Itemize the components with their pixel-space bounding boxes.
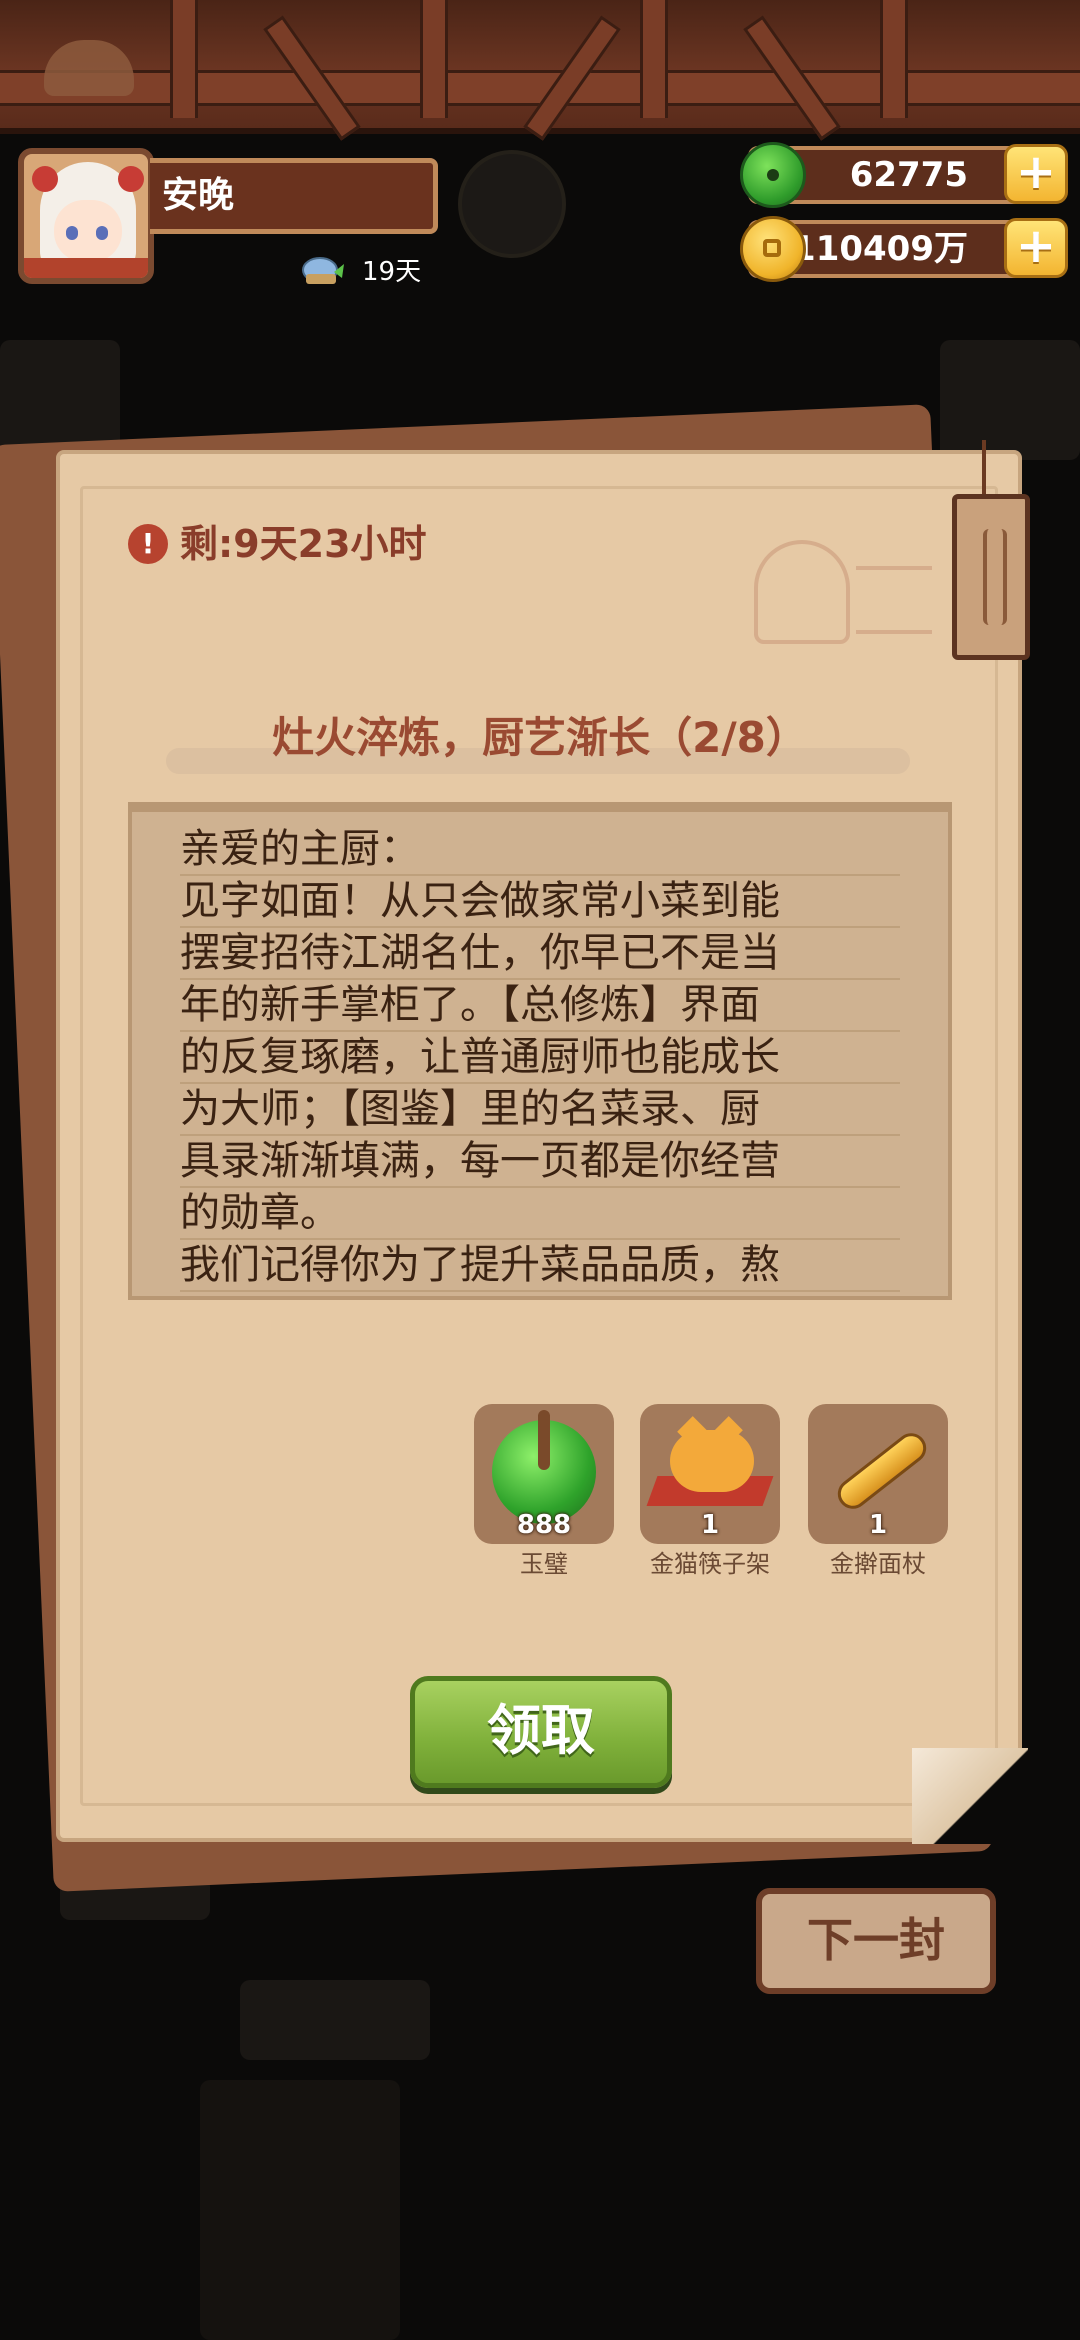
avatar-bow-icon	[32, 166, 58, 192]
reward-name: 金猫筷子架	[650, 1550, 770, 1578]
reward-count: 888	[516, 1510, 572, 1540]
stamp-waves-icon	[856, 566, 932, 634]
days-counter: 19天	[362, 257, 422, 287]
letter-body-line: 我们记得你为了提升菜品品质，熬	[180, 1240, 900, 1292]
reward-slot-rolling-pin[interactable]: 1	[808, 1404, 948, 1544]
player-name: 安晚	[150, 158, 438, 234]
bird-decoration-icon	[44, 40, 134, 96]
letter-body-line: 见字如面！从只会做家常小菜到能	[180, 876, 900, 928]
tag-string	[982, 440, 986, 500]
letter-title: 灶火淬炼，厨艺渐长（2/8）	[272, 713, 808, 762]
letter-folded-corner	[912, 1748, 1028, 1844]
background-dim-button	[458, 150, 566, 258]
top-wooden-beam	[0, 0, 1080, 141]
letter-body-line: 亲爱的主厨：	[180, 824, 900, 876]
jade-currency-icon	[740, 142, 806, 208]
add-coins-button[interactable]: +	[1004, 218, 1068, 278]
reward-count: 1	[700, 1510, 720, 1540]
coin-currency-icon	[740, 216, 806, 282]
claim-button[interactable]: 领取	[410, 1676, 672, 1788]
background-scene-panel	[940, 340, 1080, 460]
letter-text-box[interactable]: 亲爱的主厨： 见字如面！从只会做家常小菜到能 摆宴招待江湖名仕，你早已不是当 年…	[128, 802, 952, 1300]
letter-body-line: 的反复琢磨，让普通厨师也能成长	[180, 1032, 900, 1084]
reward-name: 金擀面杖	[830, 1550, 926, 1578]
avatar-bow-icon	[118, 166, 144, 192]
avatar-eye	[96, 226, 108, 240]
reward-name: 玉璧	[520, 1550, 568, 1578]
reward-slot-jade[interactable]: 888	[474, 1404, 614, 1544]
background-scene-panel	[240, 1980, 430, 2060]
letter-body-line: 摆宴招待江湖名仕，你早已不是当	[180, 928, 900, 980]
boat-days-icon	[302, 257, 344, 284]
player-avatar[interactable]	[18, 148, 154, 284]
avatar-eye	[66, 226, 78, 240]
avatar-face	[54, 200, 122, 262]
letter-body-line: 年的新手掌柜了。【总修炼】界面	[180, 980, 900, 1032]
letter-body-line: 为大师；【图鉴】里的名菜录、厨	[180, 1084, 900, 1136]
gold-cat-chopstick-rest-icon	[670, 1430, 754, 1492]
letter-body-line: 具录渐渐填满，每一页都是你经营	[180, 1136, 900, 1188]
beam-strut	[170, 0, 198, 118]
alert-icon: !	[128, 524, 168, 564]
beam-strut	[420, 0, 448, 118]
jade-disc-icon	[492, 1410, 596, 1524]
background-scene-panel	[200, 2080, 400, 2340]
next-letter-button[interactable]: 下一封	[756, 1888, 996, 1994]
letter-tag[interactable]	[952, 494, 1030, 660]
duck-stamp-icon	[754, 540, 850, 644]
avatar-clothing	[24, 258, 148, 278]
add-jade-button[interactable]: +	[1004, 144, 1068, 204]
beam-strut	[880, 0, 908, 118]
reward-slot-gold-cat[interactable]: 1	[640, 1404, 780, 1544]
letter-body-line: 的勋章。	[180, 1188, 900, 1240]
beam-strut	[640, 0, 668, 118]
letter-timer: 剩:9天23小时	[180, 522, 427, 566]
reward-count: 1	[868, 1510, 888, 1540]
gold-rolling-pin-icon	[831, 1427, 933, 1515]
